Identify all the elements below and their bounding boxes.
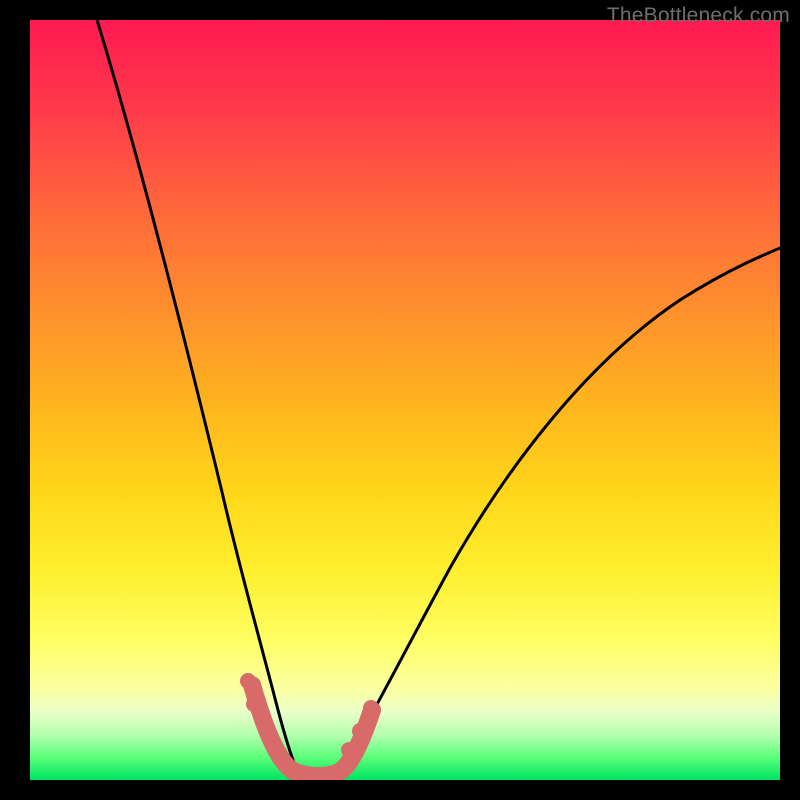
watermark-text: TheBottleneck.com (607, 4, 790, 28)
plot-area (30, 20, 780, 780)
left-curve (97, 20, 298, 772)
marker-dot (240, 673, 256, 689)
chart-frame: TheBottleneck.com (0, 0, 800, 800)
marker-dot (363, 700, 379, 716)
curve-layer (30, 20, 780, 780)
marker-dot (246, 696, 262, 712)
marker-dot (352, 723, 368, 739)
marker-dot (341, 742, 357, 758)
right-curve (337, 244, 780, 772)
